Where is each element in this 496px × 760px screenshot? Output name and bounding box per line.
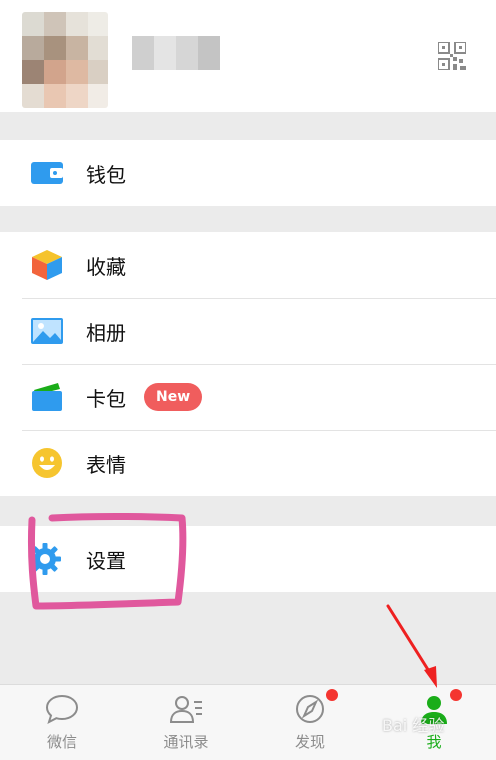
menu-item-album[interactable]: 相册: [0, 298, 496, 364]
wallet-group: 钱包: [0, 140, 496, 206]
menu-item-wallet[interactable]: 钱包: [0, 140, 496, 206]
profile-header[interactable]: [0, 0, 496, 112]
cube-icon: [32, 250, 62, 280]
notification-dot: [450, 689, 462, 701]
tab-label: 发现: [294, 733, 325, 751]
menu-label: 相册: [86, 320, 126, 345]
photo-icon: [31, 318, 63, 344]
menu-item-cards[interactable]: 卡包 New: [0, 364, 496, 430]
menu-label: 卡包: [86, 386, 126, 411]
new-badge: New: [144, 383, 203, 411]
settings-group: 设置: [0, 526, 496, 592]
contacts-icon: [169, 696, 202, 723]
gear-icon: [29, 543, 61, 575]
menu-item-favorites[interactable]: 收藏: [0, 232, 496, 298]
avatar[interactable]: [22, 12, 108, 108]
menu-label: 收藏: [86, 254, 126, 279]
menu-label: 钱包: [86, 162, 126, 187]
features-group: 收藏 相册 卡包 New 表情: [0, 232, 496, 496]
watermark: Bai 经验: [382, 716, 445, 735]
menu-item-settings[interactable]: 设置: [0, 526, 496, 592]
tab-contacts[interactable]: 通讯录: [124, 685, 248, 760]
menu-label: 设置: [86, 548, 126, 573]
notification-dot: [326, 689, 338, 701]
tab-chats[interactable]: 微信: [0, 685, 124, 760]
arrow-annotation: [386, 604, 434, 678]
smiley-icon: [32, 448, 62, 478]
menu-item-stickers[interactable]: 表情: [0, 430, 496, 496]
wallet-icon: [31, 162, 63, 184]
tab-label: 通讯录: [163, 733, 209, 751]
card-icon: [32, 383, 62, 411]
compass-icon: [296, 695, 324, 723]
menu-label: 表情: [86, 452, 126, 477]
tab-discover[interactable]: 发现: [248, 685, 372, 760]
tab-label: 微信: [46, 733, 77, 751]
username-blurred: [132, 36, 220, 70]
qr-code-icon[interactable]: [438, 42, 466, 70]
chat-bubble-icon: [45, 694, 79, 724]
